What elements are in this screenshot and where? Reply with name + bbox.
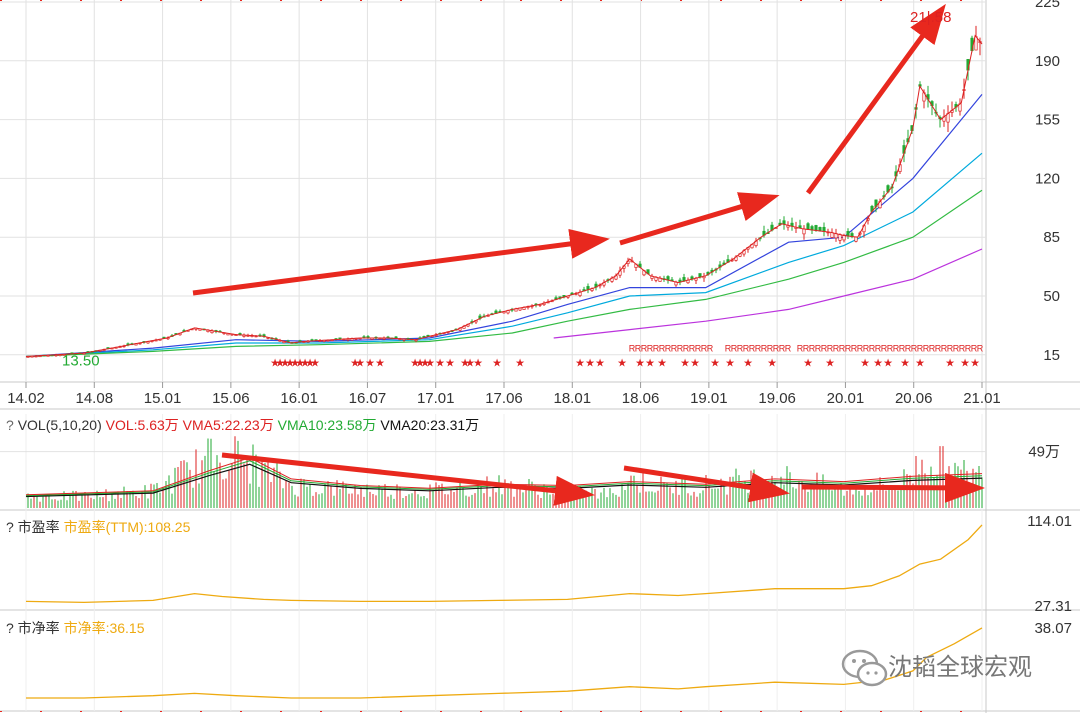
candle-body [846, 231, 850, 237]
price-y-tick-label: 225 [1035, 0, 1060, 11]
pe-y-tick-label: 27.31 [1034, 598, 1072, 615]
low-price-label: 13.50 [62, 352, 100, 369]
signal-star: ★ [803, 358, 813, 370]
candle-body [814, 225, 818, 231]
x-tick-label: 18.01 [554, 390, 592, 407]
x-tick-label: 20.01 [827, 390, 865, 407]
candle-body [802, 228, 806, 235]
candle-body [842, 235, 846, 241]
price-y-tick-label: 50 [1043, 288, 1060, 305]
background-layer [0, 0, 1080, 713]
x-tick-label: 17.06 [485, 390, 523, 407]
signal-star: ★ [355, 358, 365, 370]
signal-star: ★ [725, 358, 735, 370]
price-y-tick-label: 190 [1035, 53, 1060, 70]
signal-star: ★ [585, 358, 595, 370]
volume-y-tick-label: 49万 [1028, 444, 1060, 461]
signal-r-mark: R [707, 343, 714, 353]
trend-arrow-vol-3 [801, 472, 985, 503]
signal-star: ★ [375, 358, 385, 370]
signal-star: ★ [492, 358, 502, 370]
x-tick-label: 14.08 [76, 390, 114, 407]
x-tick-label: 19.01 [690, 390, 728, 407]
x-tick-label: 15.06 [212, 390, 250, 407]
signal-star: ★ [873, 358, 883, 370]
x-tick-label: 20.06 [895, 390, 933, 407]
signal-star: ★ [743, 358, 753, 370]
signal-star: ★ [915, 358, 925, 370]
signal-star: ★ [825, 358, 835, 370]
signal-star: ★ [680, 358, 690, 370]
x-tick-label: 14.02 [7, 390, 45, 407]
signal-star: ★ [595, 358, 605, 370]
price-y-tick-label: 85 [1043, 229, 1060, 246]
x-tick-label: 18.06 [622, 390, 660, 407]
pb-y-tick-label: 38.07 [1034, 620, 1072, 637]
signal-star: ★ [710, 358, 720, 370]
signal-star: ★ [445, 358, 455, 370]
signal-star: ★ [645, 358, 655, 370]
background [0, 0, 1080, 713]
watermark-text: 沈韬全球宏观 [888, 654, 1032, 681]
price-y-tick-label: 15 [1043, 347, 1060, 364]
x-tick-label: 15.01 [144, 390, 182, 407]
high-price-label: 21|.58 [910, 9, 951, 26]
candle-body [974, 36, 978, 51]
candle-body [806, 223, 810, 230]
signal-r-mark: R [977, 343, 984, 353]
x-tick-label: 16.07 [349, 390, 387, 407]
signal-star: ★ [575, 358, 585, 370]
candle-body [854, 236, 858, 242]
signal-star: ★ [657, 358, 667, 370]
candle-body [822, 226, 826, 232]
signal-star: ★ [310, 358, 320, 370]
signal-star: ★ [425, 358, 435, 370]
signal-star: ★ [515, 358, 525, 370]
x-tick-label: 21.01 [963, 390, 1001, 407]
price-y-tick-label: 120 [1035, 170, 1060, 187]
signal-star: ★ [767, 358, 777, 370]
signal-star: ★ [900, 358, 910, 370]
candle-body [838, 234, 842, 241]
signal-star: ★ [365, 358, 375, 370]
signal-star: ★ [635, 358, 645, 370]
signal-star: ★ [690, 358, 700, 370]
signal-star: ★ [473, 358, 483, 370]
pe-y-tick-label: 114.01 [1027, 513, 1072, 530]
x-tick-label: 17.01 [417, 390, 455, 407]
signal-star: ★ [435, 358, 445, 370]
chart-stage: ★★★★★★★★★ ★★ ★ ★ ★★★★ ★ ★ ★★★ ★ ★ ★ ★ ★ ★ ★ ★ ★ ★ ★ ★ ★ ★ ★ ★ ★ ★… [0, 0, 1080, 713]
signal-star: ★ [945, 358, 955, 370]
x-tick-label: 16.01 [280, 390, 318, 407]
signal-r-mark: R [785, 343, 792, 353]
signal-star: ★ [960, 358, 970, 370]
signal-star: ★ [617, 358, 627, 370]
pe-header: ? 市盈率 市盈率(TTM):108.25 [6, 519, 191, 535]
signal-star: ★ [883, 358, 893, 370]
pb-header: ? 市净率 市净率:36.15 [6, 620, 145, 636]
signal-star: ★ [970, 358, 980, 370]
volume-header: ? VOL(5,10,20) VOL:5.63万 VMA5:22.23万 VMA… [6, 417, 479, 433]
signal-star: ★ [860, 358, 870, 370]
price-y-tick-label: 155 [1035, 112, 1060, 129]
x-tick-label: 19.06 [758, 390, 796, 407]
